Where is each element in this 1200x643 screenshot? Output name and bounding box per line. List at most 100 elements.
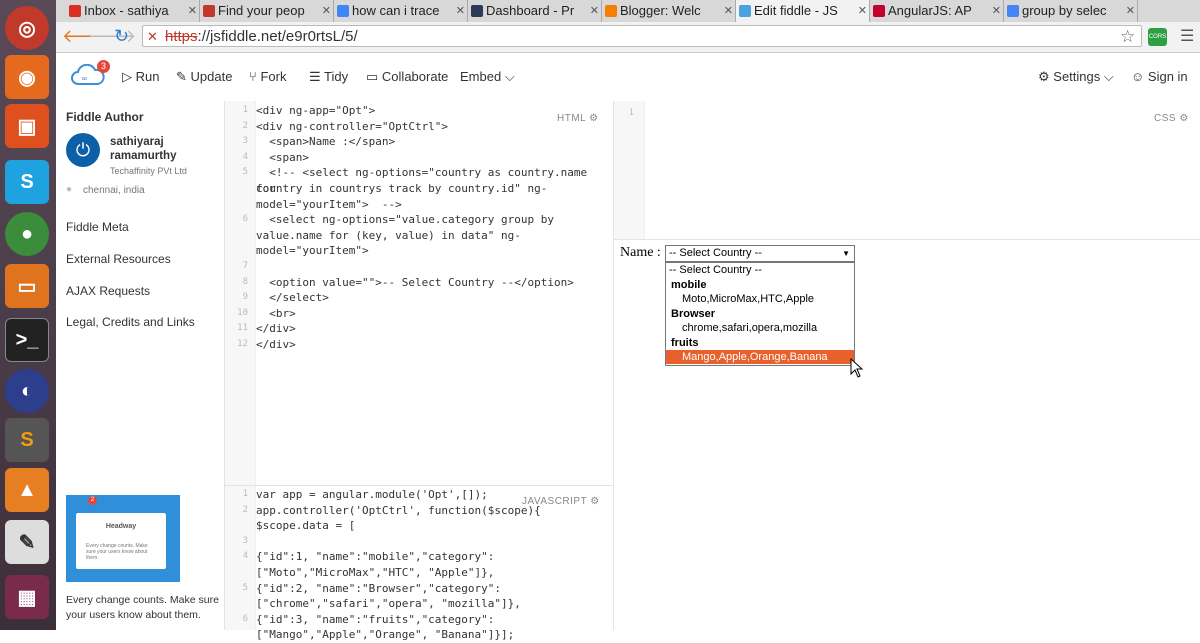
code-line[interactable]: {"id":1, "name":"mobile","category": (256, 549, 606, 565)
tab-close-icon[interactable]: ✕ (590, 0, 599, 22)
terminal-icon[interactable]: >_ (5, 318, 49, 362)
line-number: 6 (242, 214, 248, 225)
files-icon[interactable]: ▭ (5, 264, 49, 308)
tab-favicon-icon (1007, 5, 1019, 17)
play-icon: ▷ (122, 69, 132, 84)
code-line[interactable]: <br> (256, 306, 606, 322)
code-line[interactable]: model="yourItem"> --> (256, 197, 606, 213)
code-line[interactable]: ["Moto","MicroMax","HTC", "Apple"]}, (256, 565, 606, 581)
menu-icon[interactable]: ☰ (1180, 26, 1194, 46)
line-number: 9 (242, 292, 248, 303)
address-bar[interactable]: ✕ https://jsfiddle.net/e9r0rtsL/5/ (142, 25, 1142, 47)
browser-tab[interactable]: Find your peop ✕ (200, 0, 334, 22)
tab-favicon-icon (203, 5, 215, 17)
sidebar-link-external-resources[interactable]: External Resources (66, 252, 171, 266)
line-number: 6 (242, 613, 248, 624)
tab-close-icon[interactable]: ✕ (188, 0, 197, 22)
tab-favicon-icon (69, 5, 81, 17)
embed-button[interactable]: Embed ⌵ (460, 69, 515, 85)
tab-favicon-icon (337, 5, 349, 17)
sidebar-link-legal[interactable]: Legal, Credits and Links (66, 315, 195, 329)
code-line[interactable]: </select> (256, 290, 606, 306)
pencil-icon: ✎ (176, 69, 187, 84)
browser-tab[interactable]: Edit fiddle - JS ✕ (736, 0, 870, 22)
chrome-icon[interactable]: ● (5, 212, 49, 256)
dropdown-arrow-icon: ▼ (842, 249, 850, 258)
code-line[interactable]: var app = angular.module('Opt',[]); (256, 487, 606, 503)
text-editor-icon[interactable]: ✎ (5, 520, 49, 564)
tab-label: how can i trace (352, 3, 440, 18)
code-line[interactable]: <span> (256, 150, 606, 166)
sign-in-button[interactable]: ☺ Sign in (1131, 69, 1188, 84)
code-line[interactable]: </div> (256, 337, 606, 353)
browser-tab[interactable]: Dashboard - Pr ✕ (468, 0, 602, 22)
settings-button[interactable]: ⚙ Settings ⌵ (1038, 69, 1114, 85)
tab-label: Inbox - sathiya (84, 3, 169, 18)
code-line[interactable]: country in countrys track by country.id"… (256, 181, 606, 197)
tidy-button[interactable]: ☰ Tidy (309, 69, 348, 85)
dropdown-option[interactable]: Mango,Apple,Orange,Banana (666, 350, 854, 364)
code-line[interactable]: <select ng-options="value.category group… (256, 212, 606, 228)
dropdown-group-label: Browser (671, 307, 716, 320)
line-number: 2 (242, 504, 248, 515)
vlc-icon[interactable]: ▲ (5, 468, 49, 512)
code-line[interactable]: $scope.data = [ (256, 518, 606, 534)
browser-tab[interactable]: Inbox - sathiya ✕ (66, 0, 200, 22)
location-pin-icon: ● (66, 184, 73, 195)
promo-card[interactable]: 2 Headway Every change counts. Make sure… (66, 495, 180, 582)
code-line[interactable]: </div> (256, 321, 606, 337)
bookmark-star-icon[interactable]: ☆ (1120, 27, 1135, 47)
code-line[interactable]: value.name for (key, value) in data" ng- (256, 228, 606, 244)
browser-tab[interactable]: how can i trace ✕ (334, 0, 468, 22)
sidebar-link-fiddle-meta[interactable]: Fiddle Meta (66, 220, 129, 234)
tab-close-icon[interactable]: ✕ (724, 0, 733, 22)
tab-close-icon[interactable]: ✕ (858, 0, 867, 22)
collaborate-button[interactable]: ▭ Collaborate (366, 69, 448, 85)
dropdown-option[interactable]: -- Select Country -- (666, 263, 854, 277)
reload-icon[interactable]: ↻ (114, 26, 129, 47)
code-line[interactable]: ["chrome","safari","opera", "mozilla"]}, (256, 596, 606, 612)
code-line[interactable]: <div ng-controller="OptCtrl"> (256, 119, 606, 135)
code-line[interactable]: {"id":2, "name":"Browser","category": (256, 581, 606, 597)
tab-close-icon[interactable]: ✕ (456, 0, 465, 22)
dropdown-option[interactable]: chrome,safari,opera,mozilla (666, 321, 854, 335)
css-panel-label: CSS ⚙ (1154, 113, 1189, 124)
ubuntu-logo-icon[interactable]: ◎ (5, 6, 49, 50)
firefox-icon[interactable]: ◉ (5, 55, 49, 99)
browser-tab[interactable]: AngularJS: AP ✕ (870, 0, 1004, 22)
notification-badge: 3 (97, 60, 110, 73)
code-line[interactable]: <option value="">-- Select Country --</o… (256, 275, 606, 291)
workspace-switcher-icon[interactable]: ▦ (5, 575, 49, 619)
css-editor-panel[interactable] (614, 101, 1200, 240)
line-number: 8 (242, 276, 248, 287)
dropdown-option[interactable]: Moto,MicroMax,HTC,Apple (666, 292, 854, 306)
sidebar-link-ajax-requests[interactable]: AJAX Requests (66, 284, 150, 298)
gear-icon[interactable]: ⚙ (1179, 113, 1188, 124)
software-center-icon[interactable]: ▣ (5, 104, 49, 148)
code-line[interactable]: {"id":3, "name":"fruits","category": (256, 612, 606, 628)
tab-close-icon[interactable]: ✕ (992, 0, 1001, 22)
fork-button[interactable]: ⑂ Fork (249, 69, 286, 84)
eclipse-icon[interactable]: ◐ (5, 369, 49, 413)
code-line[interactable]: app.controller('OptCtrl', function($scop… (256, 503, 606, 519)
avatar[interactable]: ⏻ (66, 133, 100, 167)
code-line[interactable]: model="yourItem"> (256, 243, 606, 259)
country-select[interactable]: -- Select Country -- ▼ (665, 245, 855, 262)
tab-close-icon[interactable]: ✕ (322, 0, 331, 22)
browser-tab[interactable]: group by selec ✕ (1004, 0, 1138, 22)
run-button[interactable]: ▷ Run (122, 69, 159, 85)
update-button[interactable]: ✎ Update (176, 69, 232, 85)
code-line[interactable]: <span>Name :</span> (256, 134, 606, 150)
author-name[interactable]: sathiyaraj ramamurthy (110, 135, 176, 163)
sublime-text-icon[interactable]: S (5, 418, 49, 462)
chevron-down-icon: ⌵ (504, 69, 515, 84)
tab-close-icon[interactable]: ✕ (1126, 0, 1135, 22)
chat-icon: ▭ (366, 69, 379, 84)
cors-extension-icon[interactable]: CORS (1148, 28, 1167, 46)
tab-label: Edit fiddle - JS (754, 3, 838, 18)
browser-tab[interactable]: Blogger: Welc ✕ (602, 0, 736, 22)
code-line[interactable]: <div ng-app="Opt"> (256, 103, 606, 119)
insecure-lock-icon: ✕ (147, 29, 158, 44)
url-text: ://jsfiddle.net/e9r0rtsL/5/ (197, 28, 358, 45)
skype-icon[interactable]: S (5, 160, 49, 204)
